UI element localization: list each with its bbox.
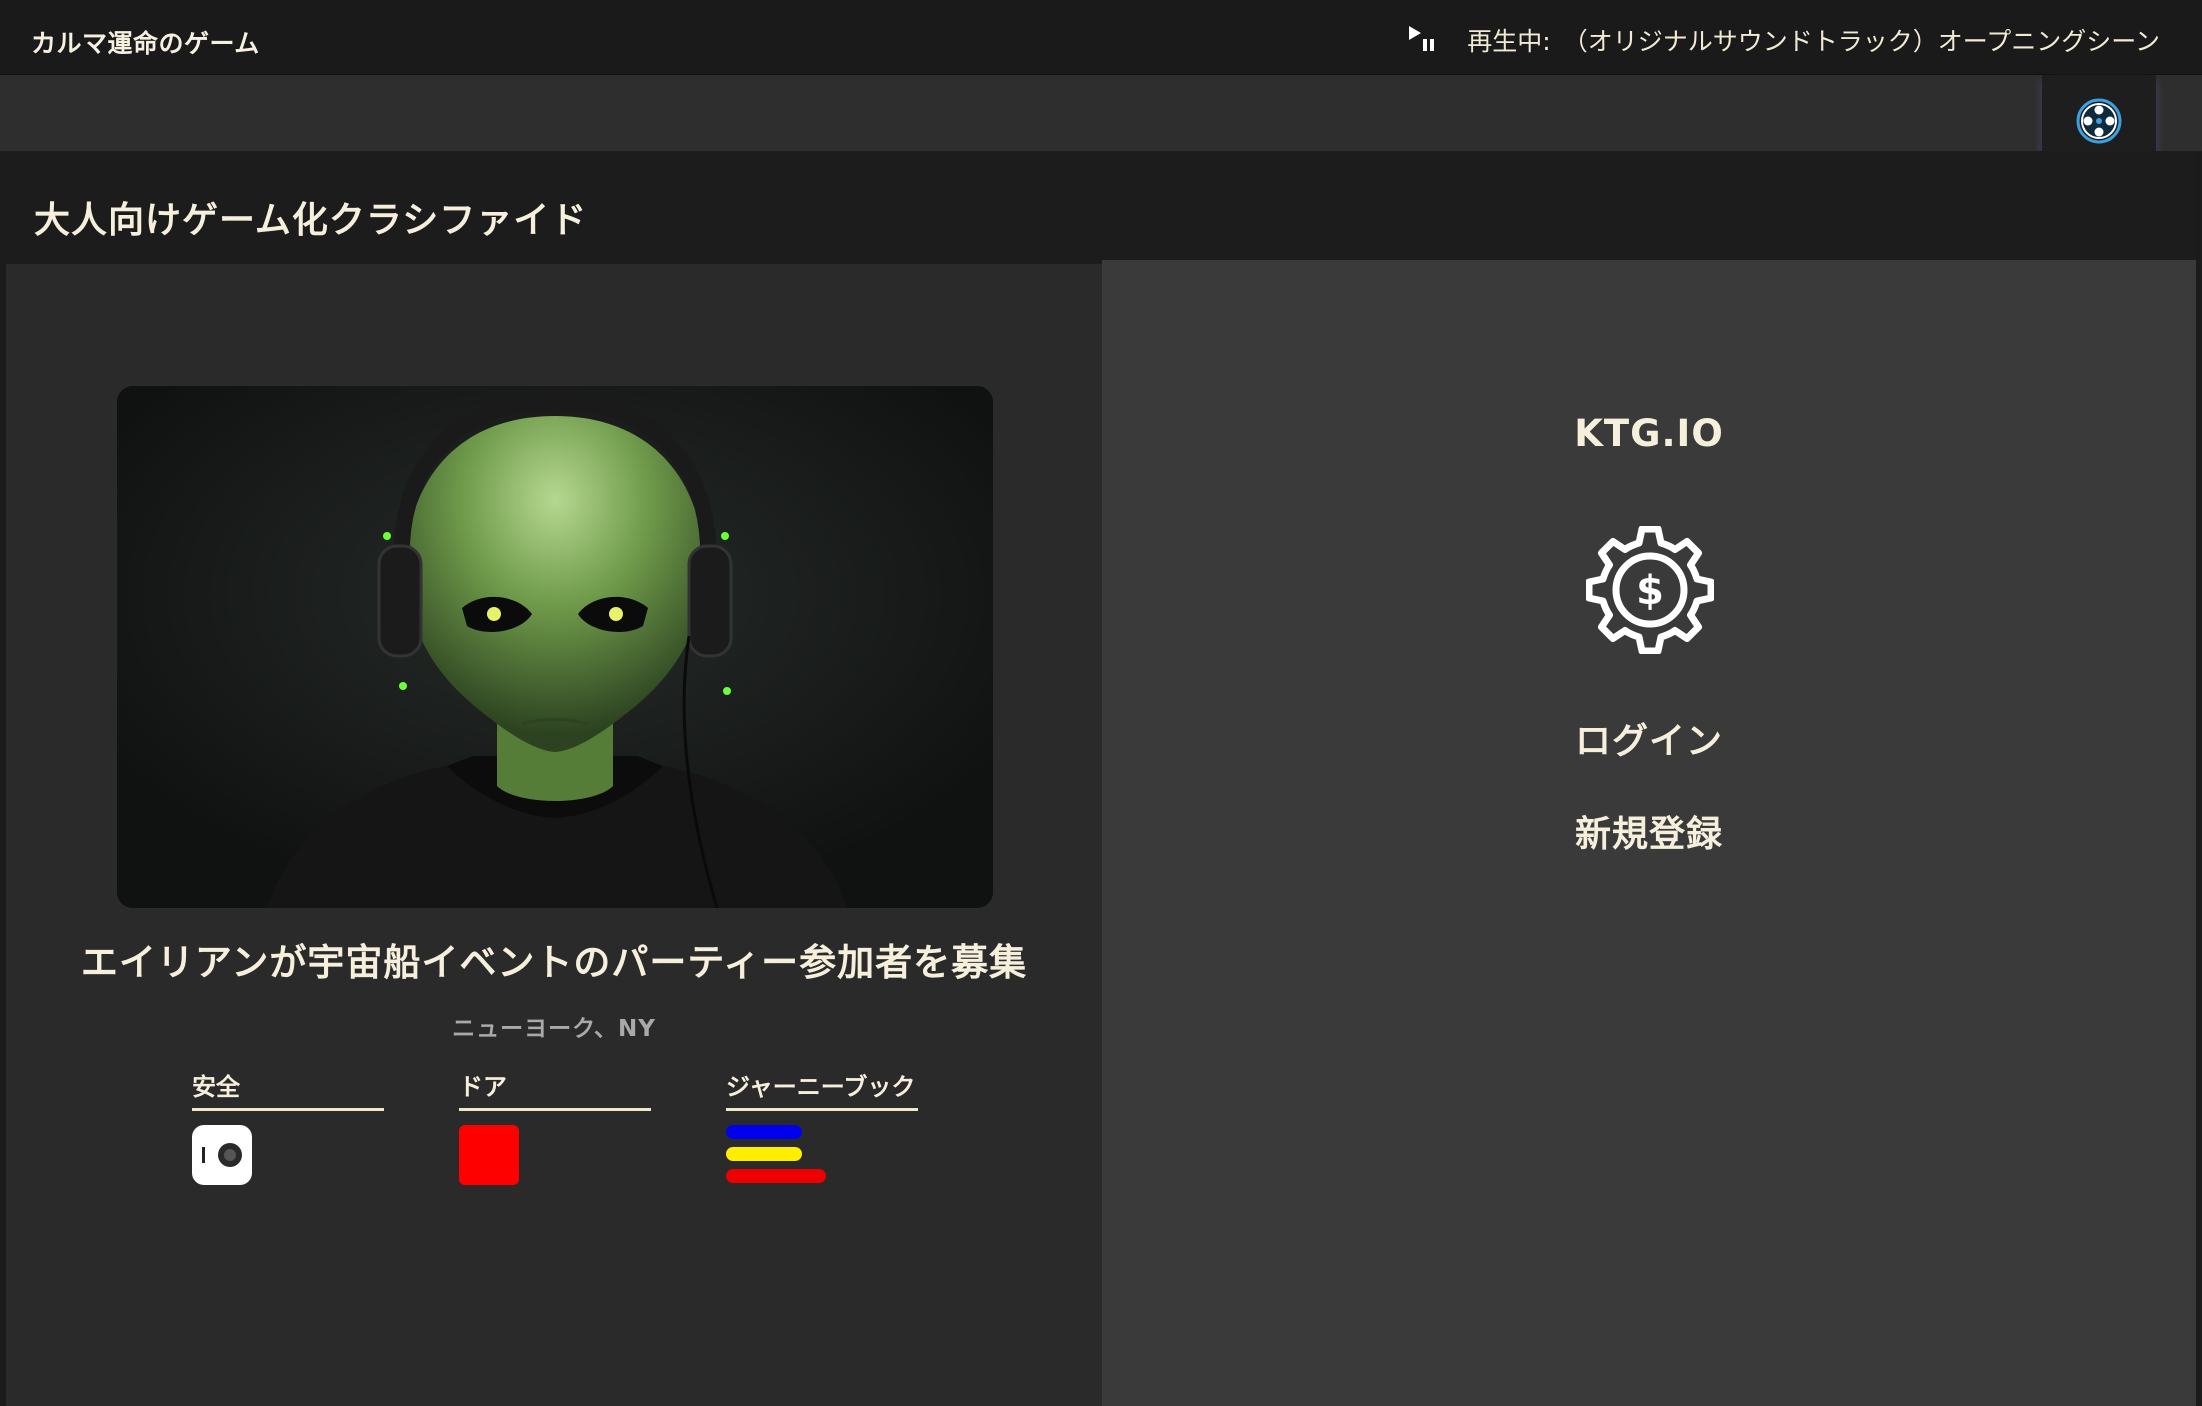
svg-text:$: $	[1636, 568, 1664, 614]
film-reel-icon[interactable]	[2075, 97, 2123, 149]
listing-image[interactable]	[117, 386, 993, 908]
feature-label: 安全	[192, 1067, 384, 1111]
feature-safety: 安全	[192, 1067, 384, 1185]
app-title: カルマ運命のゲーム	[31, 29, 260, 58]
toggle-switch-icon	[192, 1125, 252, 1185]
now-playing-label: 再生中:	[1467, 27, 1551, 56]
feature-door: ドア	[459, 1067, 651, 1185]
login-link[interactable]: ログイン	[1102, 712, 2196, 764]
feature-label: ドア	[459, 1067, 651, 1111]
feature-journey-book: ジャーニーブック	[726, 1067, 918, 1185]
listing-title[interactable]: エイリアンが宇宙船イベントのパーティー参加者を募集	[6, 932, 1102, 986]
play-pause-icon[interactable]	[1407, 23, 1441, 57]
listing-location: ニューヨーク、NY	[452, 1016, 656, 1042]
now-playing-track: （オリジナルサウンドトラック）オープニングシーン	[1562, 27, 2160, 56]
gear-dollar-icon: $	[1585, 525, 1715, 655]
toolbar-strip	[0, 75, 2202, 151]
striped-book-icon	[726, 1125, 826, 1185]
feature-label: ジャーニーブック	[726, 1067, 918, 1111]
account-panel: KTG.IO $ ログイン 新規登録	[1102, 260, 2196, 1406]
top-bar: カルマ運命のゲーム 再生中: （オリジナルサウンドトラック）オープニングシーン	[0, 0, 2202, 75]
red-square-icon	[459, 1125, 519, 1185]
register-link[interactable]: 新規登録	[1102, 805, 2196, 857]
section-title: 大人向けゲーム化クラシファイド	[34, 200, 588, 241]
brand-name: KTG.IO	[1574, 412, 1724, 455]
section-header: 大人向けゲーム化クラシファイド	[0, 151, 2196, 264]
now-playing[interactable]: 再生中: （オリジナルサウンドトラック）オープニングシーン	[1407, 22, 2160, 58]
listing-card[interactable]: エイリアンが宇宙船イベントのパーティー参加者を募集 ニューヨーク、NY 安全 ド…	[6, 264, 1102, 1406]
